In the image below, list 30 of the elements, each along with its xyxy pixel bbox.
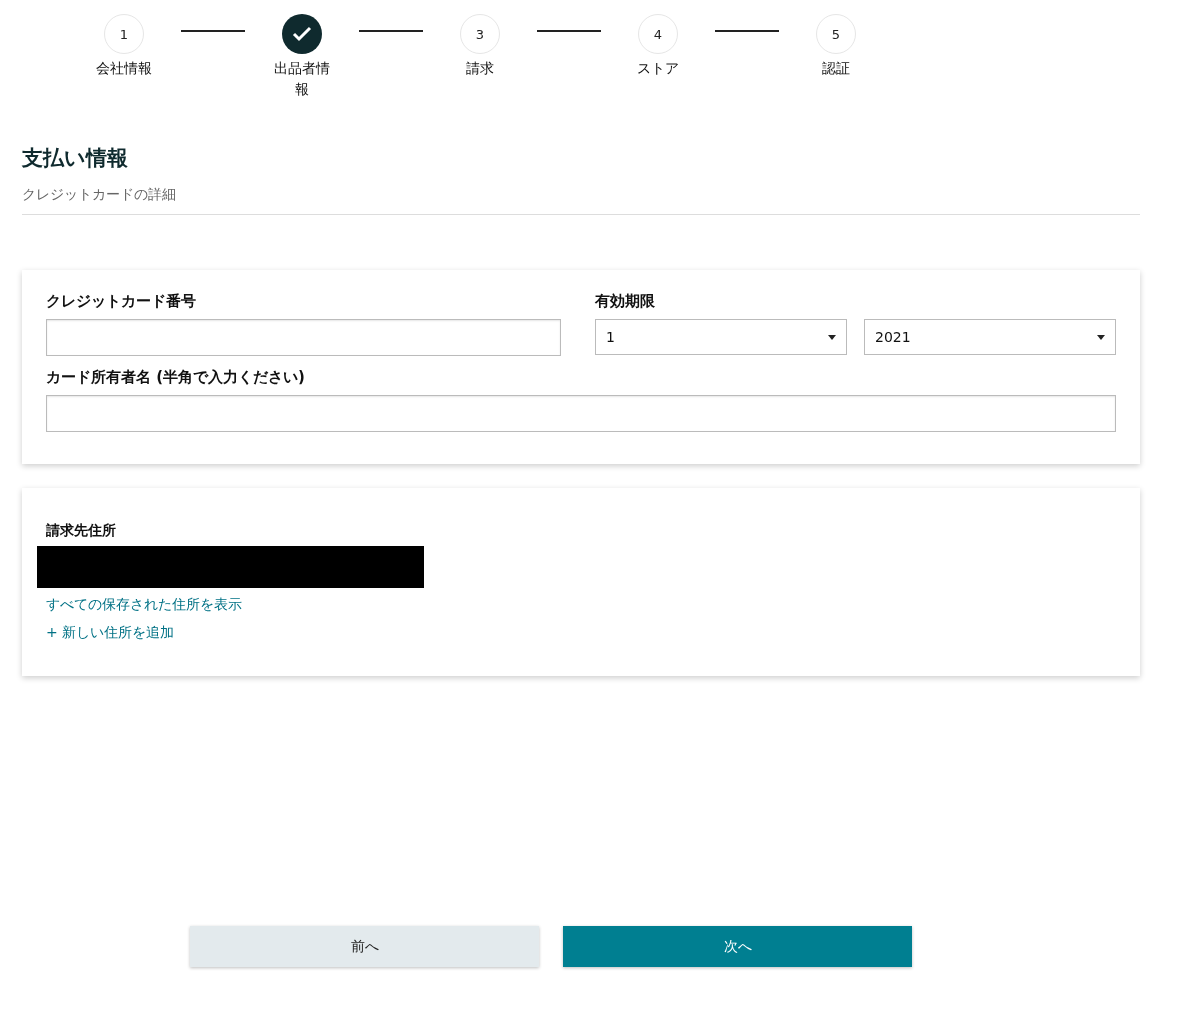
step-circle: 5 (816, 14, 856, 54)
step-label: 認証 (821, 59, 851, 78)
step-connector (181, 30, 245, 32)
section-title: 支払い情報 (22, 145, 129, 172)
next-button[interactable]: 次へ (563, 926, 912, 967)
caret-icon (1097, 334, 1105, 340)
cardholder-name-field[interactable] (46, 395, 1116, 432)
address-link[interactable]: + 新しい住所を追加 (46, 624, 175, 642)
field-label: クレジットカード番号 (46, 292, 197, 311)
step-connector (359, 30, 423, 32)
billing-label: 請求先住所 (46, 522, 117, 540)
field-label: 有効期限 (595, 292, 656, 311)
back-button[interactable]: 前へ (190, 926, 539, 967)
section-subtitle: クレジットカードの詳細 (22, 186, 1140, 215)
check-icon (292, 26, 312, 42)
caret-icon (828, 334, 836, 340)
step-circle: 1 (104, 14, 144, 54)
step-connector (715, 30, 779, 32)
step-label: ストア (636, 59, 680, 78)
card-number-field[interactable] (46, 319, 561, 356)
step-connector (537, 30, 601, 32)
step-label: 請求 (465, 59, 495, 78)
year-select[interactable]: 2021 (864, 319, 1116, 355)
month-select[interactable]: 1 (595, 319, 847, 355)
step-circle: 3 (460, 14, 500, 54)
address-link[interactable]: すべての保存された住所を表示 (46, 596, 242, 614)
step-label: 出品者情報 (273, 59, 331, 99)
field-label: カード所有者名 (半角で入力ください) (46, 368, 306, 387)
step-label: 会社情報 (95, 59, 153, 78)
step-circle: 4 (638, 14, 678, 54)
